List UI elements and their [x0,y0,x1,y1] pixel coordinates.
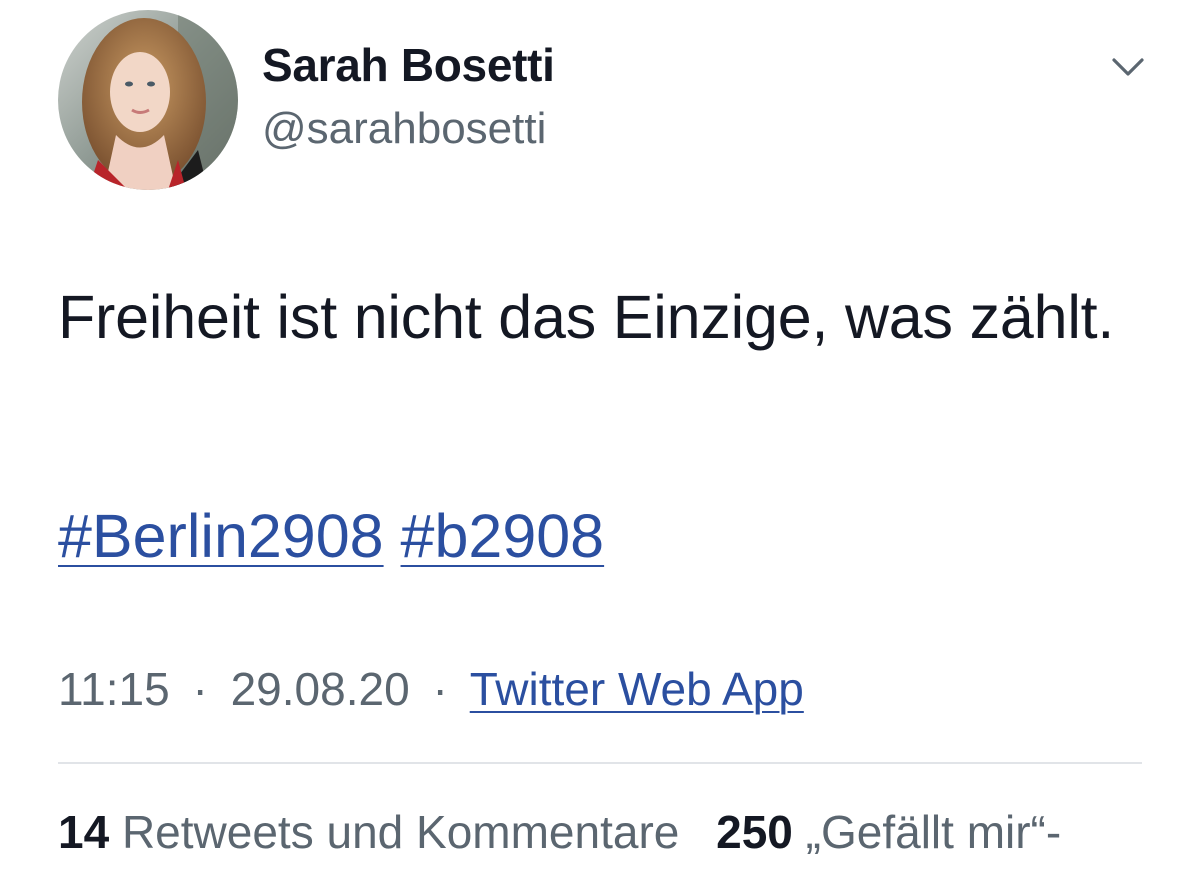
chevron-down-icon[interactable] [1108,52,1148,82]
tweet-source-link[interactable]: Twitter Web App [470,663,804,715]
hashtag-list: #Berlin2908 #b2908 [58,498,604,574]
tweet-date: 29.08.20 [230,663,410,715]
retweets-label: Retweets und Kommentare [121,806,680,858]
tweet-time: 11:15 [58,663,170,715]
author-handle[interactable]: @sarahbosetti [262,104,546,154]
likes-label: „Gefällt mir“- [805,806,1062,858]
avatar[interactable] [58,10,238,190]
tweet-stats: 14 Retweets und Kommentare 250 „Gefällt … [58,805,1061,859]
tweet-meta: 11:15 · 29.08.20 · Twitter Web App [58,662,804,716]
meta-separator: · [432,663,448,715]
divider [58,762,1142,764]
meta-separator: · [192,663,208,715]
likes-count: 250 [716,806,793,858]
hashtag-link[interactable]: #b2908 [401,502,605,570]
tweet-detail: Sarah Bosetti @sarahbosetti Freiheit ist… [0,0,1200,891]
avatar-photo [58,10,238,190]
author-display-name[interactable]: Sarah Bosetti [262,38,555,92]
likes-stat[interactable]: 250 „Gefällt mir“- [716,806,1061,858]
retweets-stat[interactable]: 14 Retweets und Kommentare [58,806,692,858]
retweets-count: 14 [58,806,110,858]
tweet-text: Freiheit ist nicht das Einzige, was zähl… [58,283,1115,351]
hashtag-link[interactable]: #Berlin2908 [58,502,384,570]
